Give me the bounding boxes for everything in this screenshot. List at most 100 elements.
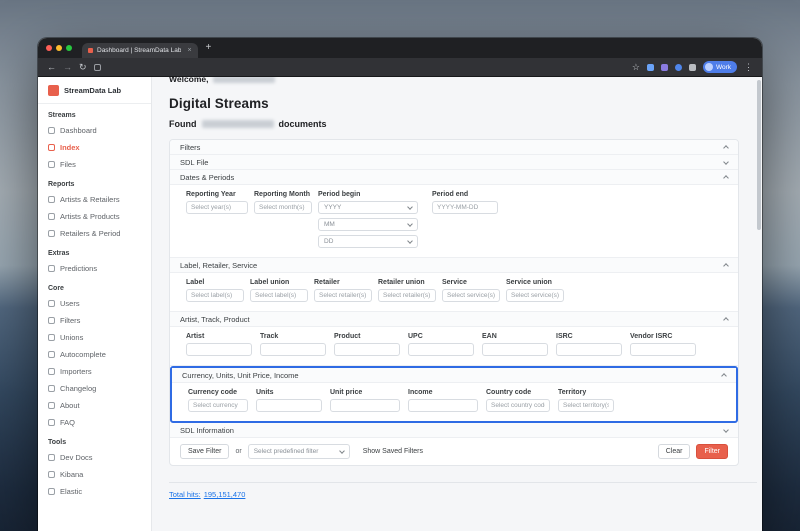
browser-toolbar: ← → ↻ ☆ Work ⋮ <box>38 58 762 77</box>
ean-input[interactable] <box>482 343 548 356</box>
page-title: Digital Streams <box>169 96 269 111</box>
isrc-input[interactable] <box>556 343 622 356</box>
scrollbar-thumb[interactable] <box>757 80 761 230</box>
sdl-information-section-header[interactable]: SDL Information <box>170 423 738 438</box>
label-union-input[interactable] <box>250 289 308 302</box>
filter-button[interactable]: Filter <box>696 444 728 459</box>
page-scrollbar[interactable] <box>756 78 761 530</box>
sidebar-item-autocomplete[interactable]: Autocomplete <box>38 346 151 363</box>
menu-kebab-icon[interactable]: ⋮ <box>744 62 753 72</box>
territory-input[interactable] <box>558 399 614 412</box>
refresh-icon[interactable]: ↻ <box>79 62 87 72</box>
vendor-isrc-input[interactable] <box>630 343 696 356</box>
profile-label: Work <box>715 63 731 71</box>
period-begin-year-select[interactable]: YYYY <box>318 201 418 214</box>
profile-button[interactable]: Work <box>702 61 737 73</box>
show-saved-filters-button[interactable]: Show Saved Filters <box>356 444 430 459</box>
sidebar-item-elastic[interactable]: Elastic <box>38 483 151 500</box>
extension-icon-circle[interactable] <box>674 63 682 71</box>
site-settings-icon[interactable] <box>93 63 101 71</box>
sdl-file-section-header[interactable]: SDL File <box>170 155 738 170</box>
currency-code-input[interactable] <box>188 399 248 412</box>
sidebar-item-filters[interactable]: Filters <box>38 312 151 329</box>
period-begin-month-select[interactable]: MM <box>318 218 418 231</box>
zoom-button[interactable] <box>66 45 72 51</box>
currency-units-section-header[interactable]: Currency, Units, Unit Price, Income <box>172 368 736 383</box>
clear-button[interactable]: Clear <box>657 444 691 459</box>
period-begin-day-select[interactable]: DD <box>318 235 418 248</box>
total-hits-link[interactable]: Total hits: 195,151,470 <box>169 490 245 499</box>
importers-icon <box>48 368 55 375</box>
sidebar-item-changelog[interactable]: Changelog <box>38 380 151 397</box>
retailer-input[interactable] <box>314 289 372 302</box>
service-union-input[interactable] <box>506 289 564 302</box>
users-icon <box>48 300 55 307</box>
close-button[interactable] <box>46 45 52 51</box>
product-input[interactable] <box>334 343 400 356</box>
browser-tab[interactable]: Dashboard | StreamData Lab × <box>82 43 198 58</box>
minimize-button[interactable] <box>56 45 62 51</box>
reporting-year-input[interactable] <box>186 201 248 214</box>
bookmark-star-icon[interactable]: ☆ <box>632 62 640 72</box>
artist-track-product-section-header[interactable]: Artist, Track, Product <box>170 312 738 327</box>
chevron-down-icon <box>723 158 729 165</box>
tab-title: Dashboard | StreamData Lab <box>97 47 182 54</box>
income-input[interactable] <box>408 399 478 412</box>
sidebar-item-artists-retailers[interactable]: Artists & Retailers <box>38 191 151 208</box>
retailer-union-input[interactable] <box>378 289 436 302</box>
new-tab-button[interactable]: + <box>206 43 212 53</box>
sidebar-section-tools: Tools <box>48 439 67 446</box>
dates-periods-section-header[interactable]: Dates & Periods <box>170 170 738 185</box>
country-code-input[interactable] <box>486 399 550 412</box>
sidebar-item-dashboard[interactable]: Dashboard <box>38 122 151 139</box>
label-input[interactable] <box>186 289 244 302</box>
forward-icon[interactable]: → <box>63 62 72 72</box>
filters-section-header[interactable]: Filters <box>170 140 738 155</box>
period-end-input[interactable] <box>432 201 498 214</box>
period-end-label: Period end <box>432 191 469 198</box>
desktop-background: Dashboard | StreamData Lab × + ← → ↻ ☆ W… <box>0 0 800 531</box>
upc-input[interactable] <box>408 343 474 356</box>
sidebar-item-kibana[interactable]: Kibana <box>38 466 151 483</box>
or-label: or <box>235 448 242 455</box>
currency-units-section-body: Currency code Units Unit price <box>172 383 736 421</box>
label-retailer-service-section-header[interactable]: Label, Retailer, Service <box>170 258 738 273</box>
sidebar: StreamData Lab Streams Dashboard Index F… <box>38 77 152 531</box>
chevron-down-icon <box>723 426 729 433</box>
sidebar-item-unions[interactable]: Unions <box>38 329 151 346</box>
sidebar-item-importers[interactable]: Importers <box>38 363 151 380</box>
save-filter-button[interactable]: Save Filter <box>180 444 230 459</box>
units-input[interactable] <box>256 399 322 412</box>
sidebar-item-index[interactable]: Index <box>38 139 151 156</box>
sidebar-section-reports: Reports <box>48 181 75 188</box>
brand[interactable]: StreamData Lab <box>38 77 151 104</box>
product-label: Product <box>334 333 361 340</box>
artist-input[interactable] <box>186 343 252 356</box>
sidebar-item-dev-docs[interactable]: Dev Docs <box>38 449 151 466</box>
extension-icon-purple[interactable] <box>660 63 668 71</box>
country-code-label: Country code <box>486 389 532 396</box>
profile-avatar <box>704 63 713 71</box>
predefined-filter-select[interactable]: Select predefined filter <box>247 444 350 459</box>
sidebar-item-files[interactable]: Files <box>38 156 151 173</box>
service-input[interactable] <box>442 289 500 302</box>
sidebar-item-predictions[interactable]: Predictions <box>38 260 151 277</box>
sidebar-item-faq[interactable]: FAQ <box>38 414 151 431</box>
back-icon[interactable]: ← <box>47 62 56 72</box>
main-content: Welcome, Digital Streams Found documents… <box>152 77 762 531</box>
unit-price-input[interactable] <box>330 399 400 412</box>
tab-close-icon[interactable]: × <box>187 47 191 54</box>
chevron-up-icon <box>723 263 729 269</box>
changelog-icon <box>48 385 55 392</box>
sidebar-item-retailers-period[interactable]: Retailers & Period <box>38 225 151 242</box>
sidebar-item-users[interactable]: Users <box>38 295 151 312</box>
chevron-down-icon <box>407 204 413 210</box>
track-input[interactable] <box>260 343 326 356</box>
reporting-month-input[interactable] <box>254 201 312 214</box>
sidebar-item-about[interactable]: About <box>38 397 151 414</box>
puzzle-icon[interactable] <box>688 63 696 71</box>
about-icon <box>48 402 55 409</box>
extension-icon-blue[interactable] <box>646 63 654 71</box>
dev-docs-icon <box>48 454 55 461</box>
sidebar-item-artists-products[interactable]: Artists & Products <box>38 208 151 225</box>
